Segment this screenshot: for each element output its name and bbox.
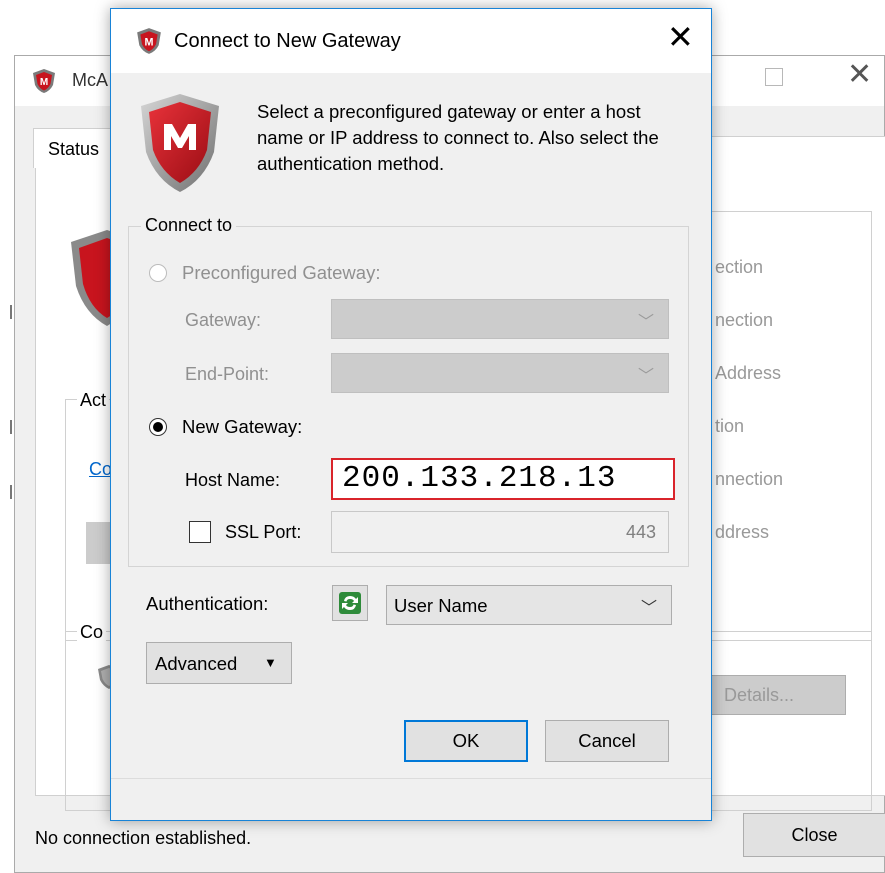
- tab-status-label: Status: [48, 139, 100, 159]
- preconfigured-gateway-label: Preconfigured Gateway:: [182, 262, 381, 283]
- gateway-select[interactable]: ﹀: [331, 299, 669, 339]
- refresh-icon: [339, 592, 361, 614]
- new-gateway-radio[interactable]: [149, 418, 167, 436]
- chevron-down-icon: ﹀: [637, 314, 654, 331]
- endpoint-select[interactable]: ﹀: [331, 353, 669, 393]
- edge-mark: [10, 485, 12, 499]
- activity-legend: Act: [77, 390, 110, 411]
- activity-link[interactable]: Co: [89, 459, 112, 480]
- endpoint-label: End-Point:: [185, 364, 270, 384]
- info-label: Address: [715, 363, 782, 383]
- mcafee-logo-shield-icon: [137, 92, 223, 199]
- edge-mark: [10, 305, 12, 319]
- authentication-label: Authentication:: [146, 593, 269, 614]
- authentication-select-value: User Name: [394, 595, 488, 616]
- mcafee-shield-icon: M: [135, 27, 163, 60]
- connection-legend: Co: [77, 622, 107, 643]
- authentication-select[interactable]: User Name ﹀: [386, 585, 672, 625]
- connect-to-legend: Connect to: [141, 215, 237, 236]
- chevron-down-icon: ﹀: [640, 600, 657, 617]
- connect-dialog: M Connect to New Gateway ✕ Select a prec…: [110, 8, 712, 821]
- info-label: tion: [715, 416, 745, 436]
- chevron-down-icon: ﹀: [637, 368, 654, 385]
- gateway-label: Gateway:: [185, 310, 262, 330]
- dialog-description: Select a preconfigured gateway or enter …: [257, 101, 659, 174]
- host-name-label: Host Name:: [185, 470, 281, 490]
- maximize-icon[interactable]: [765, 68, 783, 86]
- ssl-port-input[interactable]: 443: [331, 511, 669, 553]
- mcafee-shield-icon: M: [31, 68, 57, 99]
- ssl-port-label: SSL Port:: [225, 522, 302, 542]
- details-group: [695, 631, 872, 811]
- dialog-footer-divider: [111, 778, 711, 779]
- host-name-input[interactable]: 200.133.218.13: [331, 458, 675, 500]
- radio-selected-dot: [153, 422, 163, 432]
- advanced-button-label: Advanced: [155, 653, 238, 674]
- info-label: nnection: [715, 469, 784, 489]
- background-window-title: McA: [72, 70, 108, 90]
- info-label: nection: [715, 310, 774, 330]
- dialog-title: Connect to New Gateway: [174, 30, 401, 52]
- advanced-button[interactable]: Advanced ▼: [146, 642, 292, 684]
- new-gateway-label: New Gateway:: [182, 416, 303, 437]
- ok-button[interactable]: OK: [404, 720, 528, 762]
- status-bar-text: No connection established.: [35, 828, 252, 848]
- close-button[interactable]: Close: [743, 813, 885, 857]
- svg-text:M: M: [40, 77, 48, 88]
- preconfigured-gateway-radio[interactable]: [149, 264, 167, 282]
- details-button[interactable]: Details...: [709, 675, 846, 715]
- ssl-port-checkbox[interactable]: [189, 521, 211, 543]
- dropdown-arrow-icon: ▼: [264, 655, 277, 670]
- info-label: ddress: [715, 522, 770, 542]
- svg-text:M: M: [145, 36, 154, 48]
- close-icon[interactable]: ✕: [847, 60, 872, 90]
- edge-mark: [10, 420, 12, 434]
- close-icon[interactable]: ✕: [667, 21, 694, 53]
- info-label: ection: [715, 257, 764, 277]
- dialog-titlebar: M Connect to New Gateway ✕: [111, 9, 711, 73]
- refresh-button[interactable]: [332, 585, 368, 621]
- cancel-button[interactable]: Cancel: [545, 720, 669, 762]
